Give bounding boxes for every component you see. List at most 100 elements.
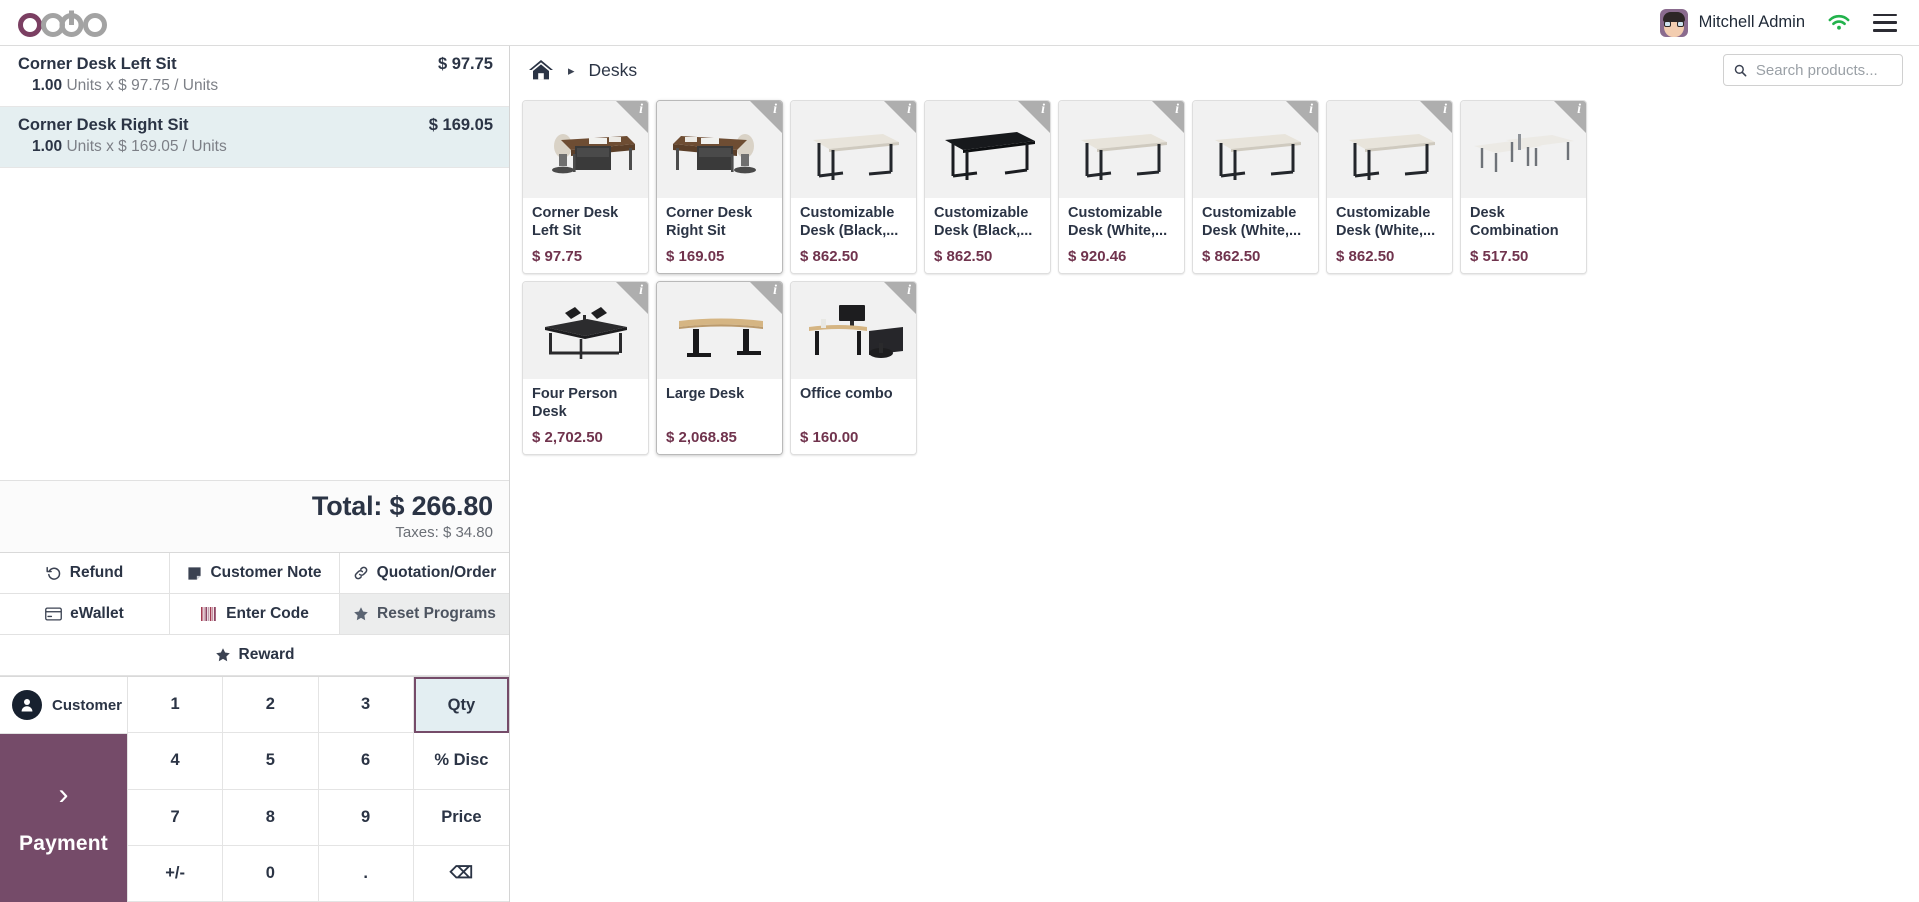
top-bar: Mitchell Admin xyxy=(0,0,1919,46)
refund-icon xyxy=(46,565,62,581)
numpad-8[interactable]: 8 xyxy=(223,789,319,846)
product-info-badge[interactable]: i xyxy=(1018,101,1050,133)
product-image: i xyxy=(925,101,1050,198)
product-card[interactable]: i Customizable Desk (White,... $ 920.46 xyxy=(1058,100,1185,274)
order-line[interactable]: Corner Desk Right Sit $ 169.05 1.00 Unit… xyxy=(0,107,509,168)
quotation-order-button[interactable]: Quotation/Order xyxy=(340,553,509,593)
product-info-badge[interactable]: i xyxy=(616,101,648,133)
customer-note-button[interactable]: Customer Note xyxy=(170,553,340,593)
payment-button[interactable]: › Payment xyxy=(0,734,128,902)
order-line-qty: 1.00 xyxy=(32,138,63,155)
reward-label: Reward xyxy=(238,646,295,663)
product-card[interactable]: i Office combo $ 160.00 xyxy=(790,281,917,455)
reset-programs-button[interactable]: Reset Programs xyxy=(340,594,509,634)
product-price: $ 862.50 xyxy=(800,248,859,265)
numpad-price[interactable]: Price xyxy=(413,789,509,846)
order-line-price: $ 97.75 xyxy=(437,55,493,73)
product-info-badge[interactable]: i xyxy=(1286,101,1318,133)
order-lines: Corner Desk Left Sit $ 97.75 1.00 Units … xyxy=(0,46,509,480)
numpad-4[interactable]: 4 xyxy=(128,733,224,790)
product-info-badge[interactable]: i xyxy=(884,282,916,314)
customer-button[interactable]: Customer xyxy=(0,677,128,734)
numpad-6[interactable]: 6 xyxy=(318,733,414,790)
product-body: Customizable Desk (White,... $ 862.50 xyxy=(1193,198,1318,273)
numpad: 1 2 3 Qty 4 5 6 % Disc 7 8 9 Price +/- 0… xyxy=(128,677,509,902)
ewallet-button[interactable]: eWallet xyxy=(0,594,170,634)
product-price: $ 862.50 xyxy=(1202,248,1261,265)
pos-app: Mitchell Admin Corner Desk Left Sit $ 97… xyxy=(0,0,1919,902)
refund-button[interactable]: Refund xyxy=(0,553,170,593)
search-icon xyxy=(1734,64,1747,76)
product-info-badge[interactable]: i xyxy=(1420,101,1452,133)
product-card[interactable]: i Large Desk $ 2,068.85 xyxy=(656,281,783,455)
product-image: i xyxy=(657,101,782,198)
product-card[interactable]: i Customizable Desk (Black,... $ 862.50 xyxy=(924,100,1051,274)
product-card[interactable]: i Customizable Desk (White,... $ 862.50 xyxy=(1326,100,1453,274)
enter-code-label: Enter Code xyxy=(226,605,309,622)
product-grid: i Corner Desk Left Sit $ 97.75 i Corner … xyxy=(510,94,1919,902)
main-body: Corner Desk Left Sit $ 97.75 1.00 Units … xyxy=(0,46,1919,902)
search-box[interactable] xyxy=(1723,54,1903,86)
product-price: $ 2,068.85 xyxy=(666,429,737,446)
numpad-1[interactable]: 1 xyxy=(128,677,224,734)
product-info-badge[interactable]: i xyxy=(1554,101,1586,133)
product-body: Large Desk $ 2,068.85 xyxy=(657,379,782,454)
product-card[interactable]: i Corner Desk Left Sit $ 97.75 xyxy=(522,100,649,274)
product-info-badge[interactable]: i xyxy=(884,101,916,133)
username-label: Mitchell Admin xyxy=(1698,13,1805,31)
breadcrumb-category[interactable]: Desks xyxy=(589,60,638,81)
refund-label: Refund xyxy=(69,564,124,581)
order-line-detail: 1.00 Units x $ 169.05 / Units xyxy=(18,138,493,156)
product-name: Customizable Desk (White,... xyxy=(1336,205,1436,239)
wifi-icon[interactable] xyxy=(1827,13,1851,33)
numpad-discount[interactable]: % Disc xyxy=(413,733,509,790)
product-image: i xyxy=(791,282,916,379)
numpad-9[interactable]: 9 xyxy=(318,789,414,846)
enter-code-button[interactable]: Enter Code xyxy=(170,594,340,634)
product-info-badge[interactable]: i xyxy=(616,282,648,314)
card-icon xyxy=(45,607,63,621)
reward-button[interactable]: Reward xyxy=(0,635,509,675)
order-line[interactable]: Corner Desk Left Sit $ 97.75 1.00 Units … xyxy=(0,46,509,107)
info-icon: i xyxy=(1175,102,1179,117)
product-name: Office combo xyxy=(800,386,893,402)
product-info-badge[interactable]: i xyxy=(750,101,782,133)
numpad-0[interactable]: 0 xyxy=(223,845,319,902)
product-card[interactable]: i Customizable Desk (Black,... $ 862.50 xyxy=(790,100,917,274)
product-body: Four Person Desk $ 2,702.50 xyxy=(523,379,648,454)
info-icon: i xyxy=(1309,102,1313,117)
product-card[interactable]: i Desk Combination $ 517.50 xyxy=(1460,100,1587,274)
order-panel: Corner Desk Left Sit $ 97.75 1.00 Units … xyxy=(0,46,510,902)
payment-side: Customer › Payment xyxy=(0,677,128,902)
user-menu-button[interactable]: Mitchell Admin xyxy=(1659,8,1805,37)
product-name: Customizable Desk (Black,... xyxy=(934,205,1033,239)
numpad-decimal[interactable]: . xyxy=(318,845,414,902)
numpad-2[interactable]: 2 xyxy=(223,677,319,734)
product-price: $ 160.00 xyxy=(800,429,859,446)
order-line-price: $ 169.05 xyxy=(428,116,493,134)
product-card[interactable]: i Corner Desk Right Sit $ 169.05 xyxy=(656,100,783,274)
product-row: i Four Person Desk $ 2,702.50 i Large De… xyxy=(522,281,1909,455)
info-icon: i xyxy=(907,102,911,117)
order-line-unit-price: Units x $ 169.05 / Units xyxy=(66,138,227,155)
hamburger-menu-icon[interactable] xyxy=(1873,13,1897,32)
product-price: $ 97.75 xyxy=(532,248,583,265)
product-card[interactable]: i Four Person Desk $ 2,702.50 xyxy=(522,281,649,455)
star-icon xyxy=(353,606,369,622)
product-name: Customizable Desk (White,... xyxy=(1068,205,1168,239)
home-icon[interactable] xyxy=(528,58,554,82)
odoo-logo[interactable] xyxy=(16,8,112,38)
info-icon: i xyxy=(1443,102,1447,117)
top-bar-right: Mitchell Admin xyxy=(1659,8,1905,37)
product-info-badge[interactable]: i xyxy=(1152,101,1184,133)
numpad-backspace[interactable]: ⌫ xyxy=(413,845,509,902)
product-info-badge[interactable]: i xyxy=(750,282,782,314)
numpad-7[interactable]: 7 xyxy=(128,789,224,846)
numpad-5[interactable]: 5 xyxy=(223,733,319,790)
control-row-1: Refund Customer Note Quotation/Order xyxy=(0,553,509,594)
product-card[interactable]: i Customizable Desk (White,... $ 862.50 xyxy=(1192,100,1319,274)
search-input[interactable] xyxy=(1755,61,1892,79)
numpad-3[interactable]: 3 xyxy=(318,677,414,734)
numpad-plusminus[interactable]: +/- xyxy=(128,845,224,902)
numpad-qty[interactable]: Qty xyxy=(413,677,509,734)
